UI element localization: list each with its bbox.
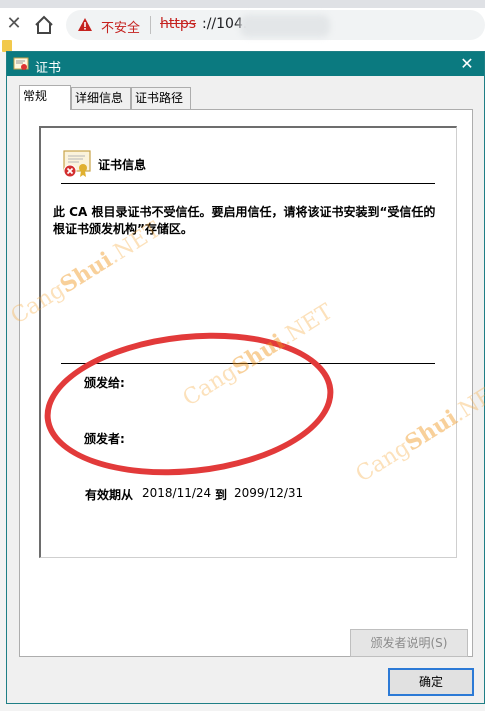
dialog-title: 证书 (35, 61, 62, 76)
untrusted-warning-message: 此 CA 根目录证书不受信任。要启用信任，请将该证书安装到“受信任的根证书颁发机… (53, 205, 436, 236)
warning-icon (78, 18, 92, 31)
address-separator (150, 16, 151, 34)
certificate-icon (13, 57, 29, 70)
tab-certification-path[interactable]: 证书路径 (131, 87, 191, 109)
divider (61, 183, 435, 184)
close-button[interactable]: ✕ (451, 52, 483, 76)
tab-general[interactable]: 常规 (19, 85, 71, 110)
issuer-statement-button[interactable]: 颁发者说明(S) (350, 629, 468, 657)
tab-strip-edge (0, 0, 485, 8)
valid-to-date: 2099/12/31 (234, 486, 304, 500)
not-secure-label[interactable]: 不安全 (101, 17, 140, 36)
issued-by-label: 颁发者: (84, 432, 125, 446)
divider (61, 363, 435, 364)
general-tab-panel: 证书信息 此 CA 根目录证书不受信任。要启用信任，请将该证书安装到“受信任的根… (19, 109, 473, 657)
home-icon[interactable] (32, 13, 56, 37)
validity-label: 有效期从 (85, 488, 134, 502)
validity-to-label: 到 (215, 488, 228, 502)
issued-to-label: 颁发给: (84, 376, 125, 390)
url-redaction (240, 15, 330, 37)
valid-from-date: 2018/11/24 (142, 486, 212, 500)
dialog-titlebar[interactable]: 证书 ✕ (7, 52, 484, 76)
certificate-info-heading: 证书信息 (98, 158, 147, 172)
url-scheme: https (160, 16, 197, 32)
close-icon[interactable]: ✕ (4, 14, 24, 34)
certificate-info-frame: 证书信息 此 CA 根目录证书不受信任。要启用信任，请将该证书安装到“受信任的根… (39, 126, 457, 558)
untrusted-certificate-icon (63, 150, 91, 178)
ok-button[interactable]: 确定 (388, 668, 474, 696)
tab-details[interactable]: 详细信息 (71, 87, 131, 109)
browser-toolbar: ✕ 不安全 https ://104. (0, 0, 485, 52)
certificate-dialog: 证书 ✕ 常规 详细信息 证书路径 证书信息 此 CA 根目录证书不受信任。要启… (6, 51, 485, 704)
